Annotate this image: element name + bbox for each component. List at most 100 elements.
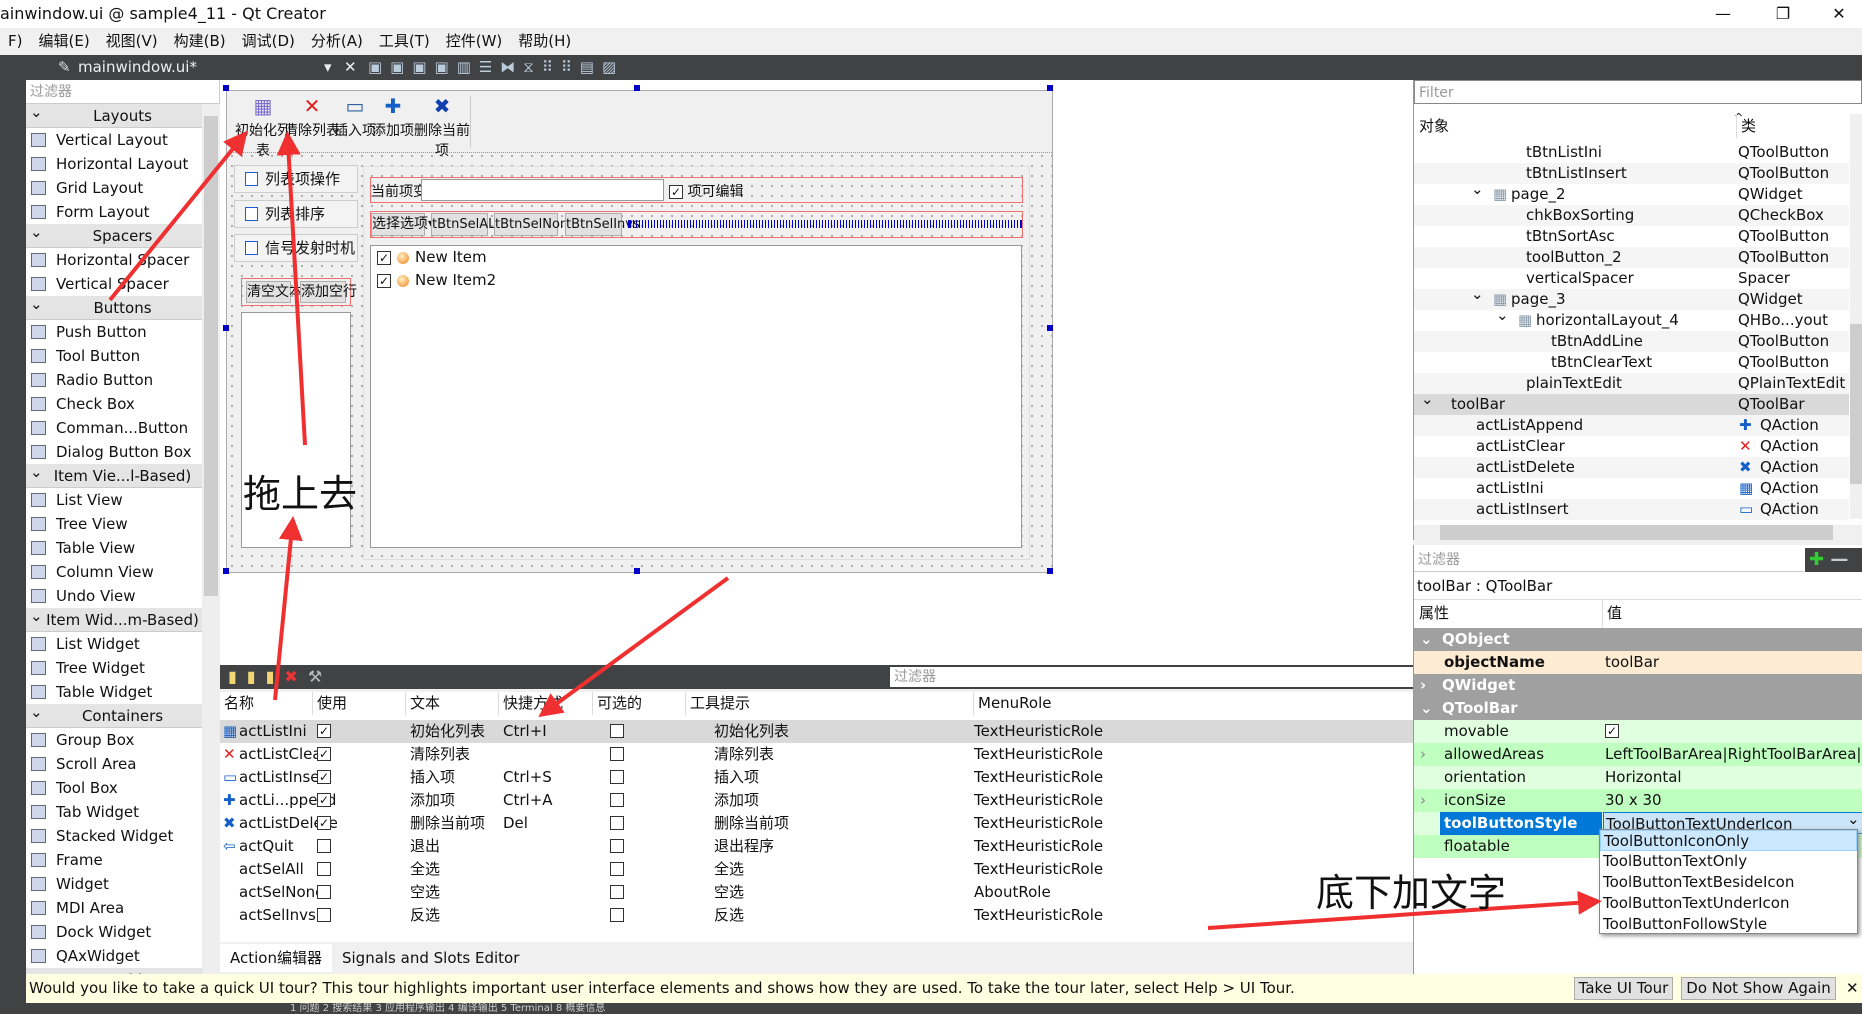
col-property[interactable]: 属性 [1419, 600, 1449, 627]
col-value[interactable]: 值 [1602, 600, 1622, 627]
take-tour-button[interactable]: Take UI Tour [1574, 977, 1673, 1000]
checkable-checkbox[interactable] [610, 724, 624, 738]
widget-item[interactable]: Form Layout [26, 200, 219, 224]
select-option-button[interactable]: 选择选项▾ [371, 213, 435, 236]
widget-item[interactable]: Table Widget [26, 680, 219, 704]
close-button[interactable]: ✕ [1816, 0, 1862, 28]
object-tree-row[interactable]: ⌄ ▦ page_3 QWidget [1414, 285, 1849, 310]
toolbox-page-tab[interactable]: 信号发射时机 [234, 234, 358, 262]
widget-item[interactable]: List Widget [26, 632, 219, 656]
chevron-right-icon[interactable]: › [1420, 789, 1426, 812]
column-header[interactable]: 快捷方式 [503, 692, 593, 715]
used-checkbox-checked[interactable]: ✓ [317, 816, 331, 830]
widget-item[interactable]: Push Button [26, 320, 219, 344]
checkable-checkbox[interactable] [610, 770, 624, 784]
action-row[interactable]: actSelNone 空选 空选 AboutRole [220, 881, 1413, 904]
widget-item[interactable]: Tool Box [26, 776, 219, 800]
list-widget[interactable]: ✓ New Item ✓ New Item2 [370, 245, 1022, 548]
widget-item[interactable]: Horizontal Spacer [26, 248, 219, 272]
widget-item[interactable]: Grid Layout [26, 176, 219, 200]
used-checkbox[interactable] [317, 839, 331, 853]
property-row[interactable]: orientation Horizontal [1414, 766, 1862, 789]
add-line-button[interactable]: 添加空行 [300, 281, 357, 303]
movable-checkbox-checked[interactable]: ✓ [1605, 724, 1619, 738]
checkable-checkbox[interactable] [610, 862, 624, 876]
widget-filter-input[interactable]: 过滤器 [26, 80, 219, 104]
menu-item[interactable]: 构建(B) [166, 28, 234, 55]
chevron-down-icon[interactable]: ⌄ [1496, 305, 1509, 326]
sel-none-button[interactable]: tBtnSelNone [494, 213, 576, 236]
object-tree-row[interactable]: ⌄ ▦ horizontalLayout_4 QHBo...yout [1414, 306, 1849, 331]
menu-item[interactable]: F) [0, 28, 30, 55]
checkable-checkbox[interactable] [610, 816, 624, 830]
widget-item[interactable]: Dialog Button Box [26, 440, 219, 464]
toolbar-action-button[interactable]: ✖ 删除当前项 [411, 92, 473, 160]
column-header[interactable]: 名称 [224, 692, 313, 715]
widget-item[interactable]: Tree View [26, 512, 219, 536]
object-tree-row[interactable]: actListAppend ✚ QAction [1414, 415, 1849, 436]
column-header[interactable]: 工具提示 [690, 692, 974, 715]
widget-item[interactable]: Tree Widget [26, 656, 219, 680]
widget-category[interactable]: Buttons [26, 292, 219, 320]
action-row[interactable]: ▭ actListInsert ✓ 插入项 Ctrl+S 插入项 TextHeuristic… [220, 766, 1413, 789]
action-row[interactable]: ✖ actListDelete ✓ 删除当前项 Del 删除当前项 TextHeuristi… [220, 812, 1413, 835]
toolbox-page-tab[interactable]: 列表项操作 [234, 165, 358, 193]
resize-handle[interactable] [634, 568, 640, 574]
column-header[interactable]: 文本 [410, 692, 499, 715]
menu-item[interactable]: 工具(T) [371, 28, 438, 55]
menu-item[interactable]: 帮助(H) [510, 28, 579, 55]
widget-category[interactable]: Spacers [26, 220, 219, 248]
resize-handle[interactable] [223, 568, 229, 574]
widget-category[interactable]: Layouts [26, 100, 219, 128]
widget-item[interactable]: Undo View [26, 584, 219, 608]
object-tree-row[interactable]: tBtnAddLine QToolButton [1414, 331, 1849, 352]
chevron-right-icon[interactable]: › [1420, 674, 1426, 697]
col-class[interactable]: 类 [1736, 114, 1756, 138]
minimize-button[interactable]: — [1700, 0, 1746, 28]
checkable-checkbox[interactable] [610, 839, 624, 853]
menu-item[interactable]: 分析(A) [303, 28, 371, 55]
resize-handle[interactable] [1047, 85, 1053, 91]
checkable-checkbox[interactable] [610, 747, 624, 761]
add-property-icon[interactable]: ✚ [1809, 549, 1824, 570]
file-dropdown-icon[interactable]: ▾ [324, 55, 332, 80]
list-item[interactable]: ✓ New Item2 [371, 269, 1021, 292]
object-tree-hscrollbar[interactable] [1414, 525, 1862, 540]
object-tree-row[interactable]: actListIni ▦ QAction [1414, 478, 1849, 499]
widget-item[interactable]: Tool Button [26, 344, 219, 368]
remove-property-icon[interactable]: — [1830, 549, 1848, 570]
resize-handle[interactable] [1047, 325, 1053, 331]
dropdown-option[interactable]: ToolButtonTextUnderIcon [1600, 893, 1857, 914]
resize-handle[interactable] [634, 85, 640, 91]
widget-item[interactable]: Scroll Area [26, 752, 219, 776]
resize-handle[interactable] [223, 85, 229, 91]
used-checkbox-checked[interactable]: ✓ [317, 724, 331, 738]
dont-show-again-button[interactable]: Do Not Show Again [1681, 977, 1836, 1000]
dropdown-option[interactable]: ToolButtonTextOnly [1600, 851, 1857, 872]
property-row[interactable]: › allowedAreas LeftToolBarArea|RightToolBa… [1414, 743, 1862, 766]
used-checkbox-checked[interactable]: ✓ [317, 747, 331, 761]
object-tree-row[interactable]: tBtnClearText QToolButton [1414, 352, 1849, 373]
property-row[interactable]: movable ✓ [1414, 720, 1862, 743]
property-value[interactable]: toolBar [1605, 651, 1659, 674]
toolbox-page-tab[interactable]: 列表排序 [234, 200, 358, 228]
widget-item[interactable]: Table View [26, 536, 219, 560]
resize-handle[interactable] [223, 325, 229, 331]
dropdown-option[interactable]: ToolButtonFollowStyle [1600, 914, 1857, 935]
action-row[interactable]: ✚ actLi...ppend ✓ 添加项 Ctrl+A 添加项 TextHeuristic… [220, 789, 1413, 812]
property-row[interactable]: › iconSize 30 x 30 [1414, 789, 1862, 812]
used-checkbox-checked[interactable]: ✓ [317, 793, 331, 807]
clear-text-button[interactable]: 清空文本 [246, 281, 303, 303]
close-file-button[interactable]: ✕ [344, 55, 357, 80]
maximize-button[interactable]: ❐ [1760, 0, 1806, 28]
chevron-down-icon[interactable]: ⌄ [1420, 697, 1433, 720]
action-editor-tab[interactable]: Signals and Slots Editor [332, 944, 529, 972]
property-value[interactable]: LeftToolBarArea|RightToolBarArea|... [1605, 743, 1862, 766]
object-tree-row[interactable]: actListDelete ✖ QAction [1414, 457, 1849, 478]
column-header[interactable]: 可选的 [597, 692, 686, 715]
object-tree-row[interactable]: ⌄ ▦ page_2 QWidget [1414, 180, 1849, 205]
property-group[interactable]: › QWidget [1414, 674, 1862, 697]
property-group[interactable]: ⌄ QObject [1414, 628, 1862, 651]
toolbar-action-button[interactable]: ▦ 初始化列表 [235, 92, 291, 160]
widget-item[interactable]: Widget [26, 872, 219, 896]
